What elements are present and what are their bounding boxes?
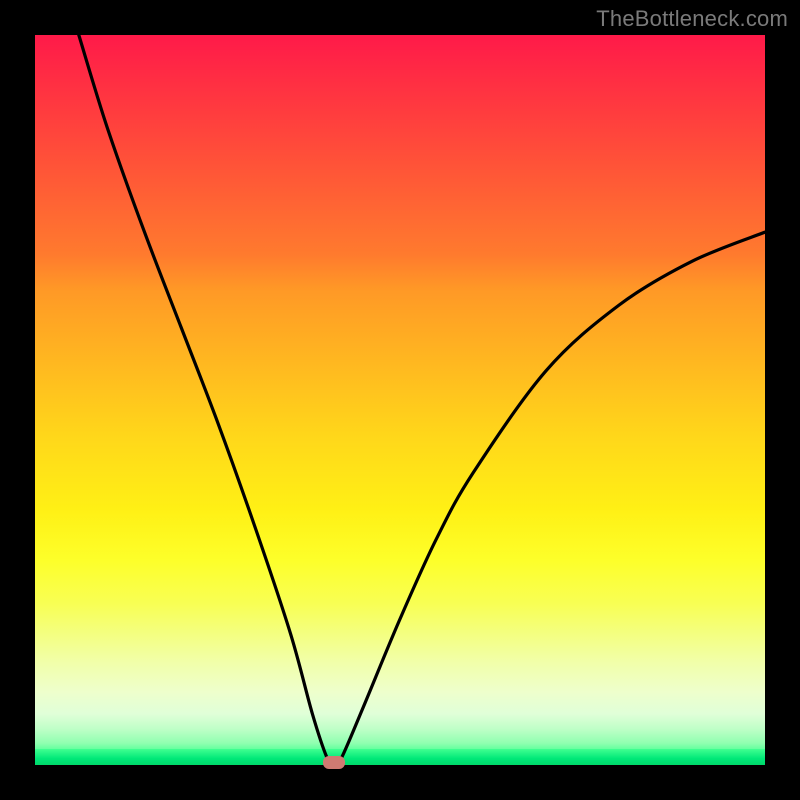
plot-area (35, 35, 765, 765)
bottleneck-curve-path (79, 35, 765, 765)
chart-frame: TheBottleneck.com (0, 0, 800, 800)
watermark-text: TheBottleneck.com (596, 6, 788, 32)
minimum-marker (323, 756, 345, 769)
curve-svg (35, 35, 765, 765)
